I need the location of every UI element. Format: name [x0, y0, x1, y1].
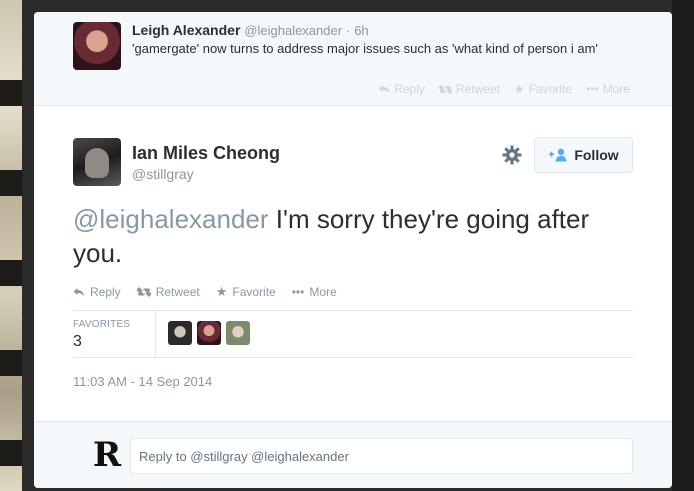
favorites-label: FAVORITES [73, 319, 131, 330]
favorite-action[interactable]: ★ Favorite [216, 284, 276, 300]
tweet-permalink-card: Leigh Alexander @leighalexander · 6h 'ga… [34, 12, 672, 488]
favorites-count[interactable]: 3 [73, 333, 82, 351]
avatar[interactable] [197, 321, 221, 345]
more-label: More [309, 285, 337, 299]
avatar[interactable] [226, 321, 250, 345]
avatar: R [92, 435, 122, 475]
reply-action[interactable]: Reply [379, 82, 425, 96]
tweet-time[interactable]: 6h [354, 23, 368, 38]
mention-link[interactable]: @leighalexander [73, 204, 269, 234]
favorite-label: Favorite [528, 82, 573, 96]
follow-button[interactable]: Follow [534, 137, 633, 173]
more-action[interactable]: ••• More [292, 284, 337, 300]
avatar[interactable] [73, 138, 121, 186]
follow-person-icon [549, 148, 567, 162]
reply-action[interactable]: Reply [73, 284, 121, 300]
tweet-text: 'gamergate' now turns to address major i… [132, 41, 598, 56]
tweet-actions: Reply Retweet ★ Favorite ••• More [379, 82, 630, 96]
follow-label: Follow [574, 147, 619, 163]
retweet-label: Retweet [455, 82, 500, 96]
favoriter-avatars [168, 321, 250, 345]
star-icon: ★ [215, 284, 228, 299]
reply-composer: R [34, 421, 672, 488]
more-label: More [602, 82, 630, 96]
background-right [672, 0, 694, 491]
retweet-action[interactable]: Retweet [438, 82, 500, 96]
author-handle[interactable]: @leighalexander [244, 23, 342, 38]
avatar[interactable] [168, 321, 192, 345]
tweet-actions: Reply Retweet ★ Favorite ••• More [73, 284, 337, 300]
tweet-stats: FAVORITES 3 [73, 310, 633, 358]
author-fullname[interactable]: Ian Miles Cheong [132, 143, 280, 164]
background-wallpaper [0, 0, 22, 491]
favorite-action[interactable]: ★ Favorite [514, 82, 572, 96]
reply-icon [379, 85, 390, 94]
reply-label: Reply [90, 285, 121, 299]
retweet-icon [438, 84, 452, 94]
retweet-label: Retweet [155, 285, 200, 299]
context-tweet-header: Leigh Alexander @leighalexander · 6h [132, 22, 369, 38]
tweet-text: @leighalexander I'm sorry they're going … [73, 202, 633, 270]
separator: · [345, 23, 351, 38]
reply-icon [73, 288, 84, 297]
retweet-action[interactable]: Retweet [136, 284, 200, 300]
tweet-timestamp[interactable]: 11:03 AM - 14 Sep 2014 [73, 374, 212, 389]
context-tweet[interactable]: Leigh Alexander @leighalexander · 6h 'ga… [34, 12, 672, 106]
favorite-label: Favorite [232, 285, 276, 299]
reply-label: Reply [394, 82, 425, 96]
author-fullname[interactable]: Leigh Alexander [132, 22, 240, 38]
more-dots-icon: ••• [586, 82, 599, 96]
author-handle[interactable]: @stillgray [132, 166, 194, 182]
retweet-icon [136, 287, 151, 297]
divider [155, 311, 156, 357]
more-dots-icon: ••• [291, 285, 305, 299]
reply-input[interactable] [130, 438, 633, 474]
gear-icon[interactable] [502, 145, 522, 165]
more-action[interactable]: ••• More [586, 82, 630, 96]
avatar[interactable] [73, 22, 121, 70]
star-icon: ★ [513, 82, 525, 96]
